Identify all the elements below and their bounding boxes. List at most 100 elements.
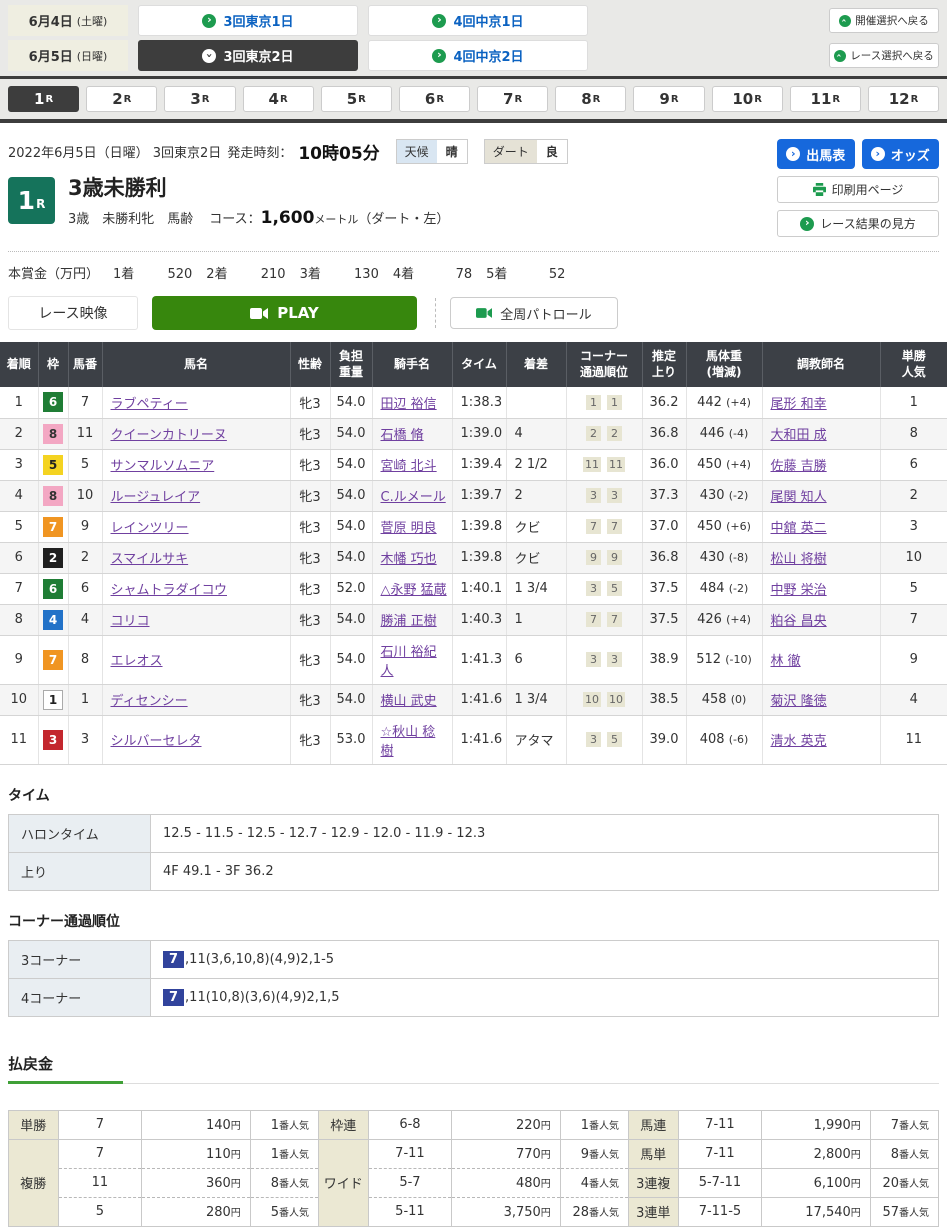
horse-name-link[interactable]: サンマルソムニア	[111, 459, 215, 474]
trainer-link[interactable]: 菊沢 隆徳	[771, 694, 827, 709]
jockey-link[interactable]: ☆秋山 稔樹	[381, 725, 436, 759]
results-guide-button[interactable]: › レース結果の見方	[777, 210, 939, 237]
sex-age: 牝3	[290, 684, 330, 715]
prize-place: 2着	[206, 263, 227, 282]
jockey-link[interactable]: 田辺 裕信	[381, 397, 437, 412]
race-tab[interactable]: 11R	[790, 86, 861, 112]
sex-age: 牝3	[290, 635, 330, 684]
yen-suffix: 円	[541, 1179, 551, 1190]
horse-name-link[interactable]: ディセンシー	[111, 694, 188, 709]
horse-name-link[interactable]: エレオス	[111, 654, 163, 669]
print-page-button[interactable]: 印刷用ページ	[777, 176, 939, 203]
race-tab[interactable]: 12R	[868, 86, 939, 112]
horse-name-link[interactable]: クイーンカトリーヌ	[111, 428, 227, 443]
race-tab[interactable]: 4R	[243, 86, 314, 112]
finish-time: 1:41.3	[452, 635, 506, 684]
jockey-link[interactable]: 石川 裕紀人	[381, 645, 437, 679]
prize-2nd: 2着210	[206, 263, 299, 282]
meeting-button-tokyo2-selected[interactable]: › 3回東京2日	[138, 40, 358, 71]
finish-time: 1:38.3	[452, 387, 506, 418]
corner4-position: 5	[607, 581, 622, 596]
back-to-kaisai-button[interactable]: › 開催選択へ戻る	[829, 8, 939, 33]
race-tab[interactable]: 5R	[321, 86, 392, 112]
trainer-link[interactable]: 林 徹	[771, 654, 801, 669]
prize-amount: 52	[513, 267, 565, 282]
col-header-horse-weight: 馬体重 (増減)	[686, 342, 762, 387]
entries-label: 出馬表	[806, 145, 845, 164]
odds-label: オッズ	[891, 145, 930, 164]
meeting-button-chukyo1[interactable]: › 4回中京1日	[368, 5, 588, 36]
popularity-suffix: 番人気	[899, 1121, 929, 1132]
horse-name-link[interactable]: シャムトラダイコウ	[111, 583, 227, 598]
table-row: 5 7 9 レインツリー 牝3 54.0 菅原 明良 1:39.8 クビ 77 …	[0, 511, 947, 542]
track-condition-value: 良	[537, 140, 567, 163]
dow-text: (土曜)	[77, 13, 108, 29]
win-popularity: 11	[880, 715, 947, 764]
waku-cell: 7	[38, 511, 68, 542]
jockey-link[interactable]: C.ルメール	[381, 490, 446, 505]
race-tab-number: 7	[503, 90, 513, 108]
sex-age: 牝3	[290, 480, 330, 511]
trainer-link[interactable]: 粕谷 昌央	[771, 614, 827, 629]
popularity-value: 1	[271, 1147, 279, 1162]
jockey-link[interactable]: 菅原 明良	[381, 521, 437, 536]
amount-value: 3,750	[504, 1205, 541, 1220]
jockey-link[interactable]: 横山 武史	[381, 694, 437, 709]
start-time-value: 10時05分	[298, 139, 379, 164]
chevron-right-icon: ›	[800, 217, 814, 231]
horse-name-link[interactable]: ルージュレイア	[111, 490, 201, 505]
horse-name-link[interactable]: コリコ	[111, 614, 150, 629]
jockey-link[interactable]: 勝浦 正樹	[381, 614, 437, 629]
race-tab[interactable]: 9R	[633, 86, 704, 112]
race-tab[interactable]: 7R	[477, 86, 548, 112]
trainer-link[interactable]: 尾関 知人	[771, 490, 827, 505]
trainer-link[interactable]: 中野 栄治	[771, 583, 827, 598]
sex-age: 牝3	[290, 418, 330, 449]
trainer-link[interactable]: 清水 英克	[771, 734, 827, 749]
patrol-video-button[interactable]: 全周パトロール	[450, 297, 618, 329]
back-to-race-select-button[interactable]: › レース選択へ戻る	[829, 43, 939, 68]
race-tabs: 1R 2R 3R 4R 5R 6R 7R 8R 9R 10R 11R 12R	[0, 76, 947, 123]
horse-name-link[interactable]: ラブペティー	[111, 397, 188, 412]
race-info-line: 2022年6月5日（日曜） 3回東京2日 発走時刻： 10時05分 天候 晴 ダ…	[8, 139, 777, 164]
table-row: 8 4 4 コリコ 牝3 54.0 勝浦 正樹 1:40.3 1 77 37.5…	[0, 604, 947, 635]
jockey-link[interactable]: 宮崎 北斗	[381, 459, 437, 474]
race-tab-suffix: R	[832, 94, 840, 105]
horse-weight-diff: (-10)	[725, 653, 752, 666]
corner-order-cell: 77	[566, 604, 642, 635]
race-tab[interactable]: 8R	[555, 86, 626, 112]
jockey-link[interactable]: 石橋 脩	[381, 428, 424, 443]
trainer-link[interactable]: 大和田 成	[771, 428, 827, 443]
odds-button[interactable]: › オッズ	[862, 139, 940, 169]
race-tab[interactable]: 2R	[86, 86, 157, 112]
race-tab[interactable]: 3R	[164, 86, 235, 112]
jockey-link[interactable]: 木幡 巧也	[381, 552, 437, 567]
meeting-button-chukyo2[interactable]: › 4回中京2日	[368, 40, 588, 71]
trainer-link[interactable]: 佐藤 吉勝	[771, 459, 827, 474]
finish-time: 1:39.8	[452, 511, 506, 542]
win-popularity: 1	[880, 387, 947, 418]
trainer-link[interactable]: 中舘 英二	[771, 521, 827, 536]
horse-name-link[interactable]: スマイルサキ	[111, 552, 189, 567]
margin: 2 1/2	[506, 449, 566, 480]
horse-name-link[interactable]: シルバーセレタ	[111, 734, 202, 749]
popularity-value: 5	[271, 1205, 279, 1220]
finish-position: 9	[0, 635, 38, 684]
play-video-button[interactable]: PLAY	[152, 296, 417, 330]
payout-tables: 単勝 7 140円 1番人気 複勝 7 110円 1番人気 11 360円 8番…	[8, 1110, 939, 1227]
horse-name-link[interactable]: レインツリー	[111, 521, 189, 536]
bet-type-wakuren: 枠連	[319, 1110, 369, 1139]
race-tab-suffix: R	[202, 94, 210, 105]
meeting-button-tokyo1[interactable]: › 3回東京1日	[138, 5, 358, 36]
col-header-corner-order: コーナー 通過順位	[566, 342, 642, 387]
jockey-link[interactable]: △永野 猛蔵	[381, 583, 447, 598]
horse-weight-cell: 484 (-2)	[686, 573, 762, 604]
race-tab[interactable]: 10R	[712, 86, 783, 112]
entries-button[interactable]: › 出馬表	[777, 139, 855, 169]
corner3-position: 11	[583, 457, 601, 472]
bet-type-fukusho: 複勝	[9, 1139, 59, 1226]
race-tab[interactable]: 6R	[399, 86, 470, 112]
trainer-link[interactable]: 尾形 和幸	[771, 397, 827, 412]
race-tab[interactable]: 1R	[8, 86, 79, 112]
trainer-link[interactable]: 松山 将樹	[771, 552, 827, 567]
